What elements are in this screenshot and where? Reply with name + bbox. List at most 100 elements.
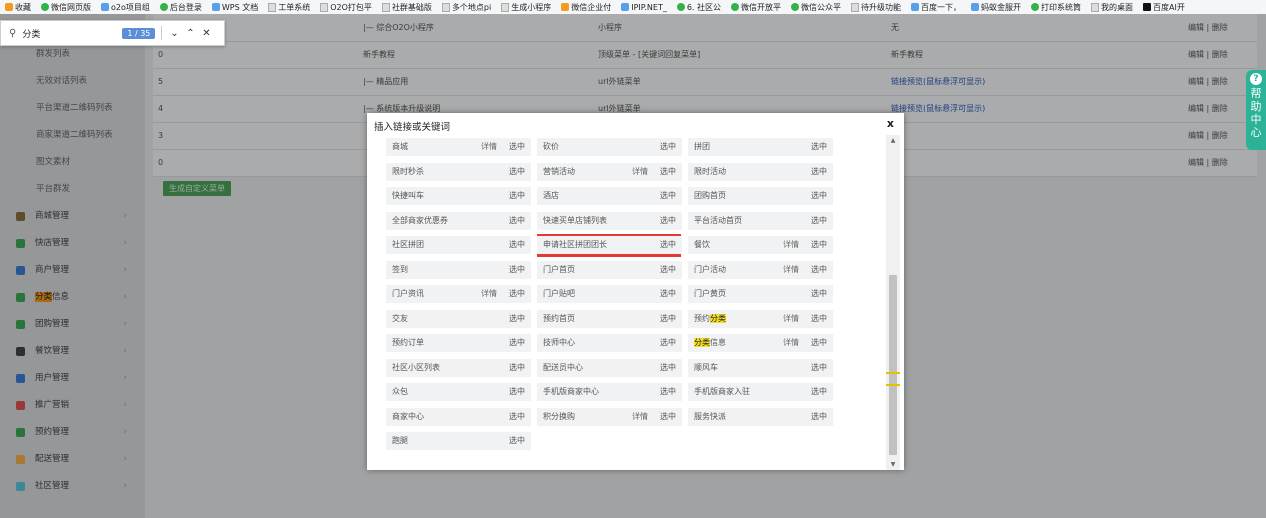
find-input[interactable] (22, 28, 123, 38)
bookmark-item[interactable]: WPS 文档 (207, 0, 263, 14)
help-text: 心 (1250, 126, 1262, 139)
select-link[interactable]: 选中 (660, 310, 676, 328)
select-link[interactable]: 选中 (660, 334, 676, 352)
chevron-up-icon[interactable]: ⌃ (183, 28, 197, 39)
bookmark-item[interactable]: 百度一下， (906, 0, 966, 14)
option-text: 预约首页 (543, 313, 575, 323)
select-link[interactable]: 选中 (660, 285, 676, 303)
select-link[interactable]: 选中 (660, 359, 676, 377)
detail-link[interactable]: 详情 (632, 408, 648, 426)
option-name: 全部商家优惠券 (392, 212, 448, 230)
bookmark-item[interactable]: 我的桌面 (1086, 0, 1138, 14)
wechat-icon (791, 3, 800, 11)
option-text: 快速买单店铺列表 (543, 215, 607, 225)
select-link[interactable]: 选中 (811, 138, 827, 156)
select-link[interactable]: 选中 (660, 383, 676, 401)
detail-link[interactable]: 详情 (783, 236, 799, 254)
match-marker (886, 384, 900, 386)
select-link[interactable]: 选中 (660, 236, 676, 254)
scroll-down-icon[interactable]: ▼ (886, 461, 900, 468)
option-text: 拼团 (694, 142, 710, 151)
select-link[interactable]: 选中 (811, 261, 827, 279)
detail-link[interactable]: 详情 (783, 334, 799, 352)
select-link[interactable]: 选中 (509, 408, 525, 426)
bookmark-item[interactable]: 后台登录 (155, 0, 207, 14)
select-link[interactable]: 选中 (509, 383, 525, 401)
select-link[interactable]: 选中 (509, 236, 525, 254)
bookmark-label: 微信公众平 (801, 2, 842, 12)
select-link[interactable]: 选中 (509, 138, 525, 156)
bookmark-item[interactable]: 社群基础版 (377, 0, 437, 14)
bookmark-item[interactable]: 6. 社区公 (672, 0, 726, 14)
bookmark-label: 打印系统筒 (1041, 2, 1082, 12)
select-link[interactable]: 选中 (660, 261, 676, 279)
scrollbar[interactable]: ▲ ▼ (886, 135, 900, 470)
option-text: 门户资讯 (392, 289, 424, 298)
bookmark-label: 微信开放平 (741, 2, 782, 12)
bookmark-item[interactable]: 生成小程序 (496, 0, 556, 14)
bookmark-item[interactable]: 蚂蚁金服开 (966, 0, 1026, 14)
select-link[interactable]: 选中 (811, 408, 827, 426)
select-link[interactable]: 选中 (811, 187, 827, 205)
num-icon (676, 3, 685, 11)
select-link[interactable]: 选中 (660, 138, 676, 156)
detail-link[interactable]: 详情 (632, 163, 648, 181)
close-icon[interactable]: x (887, 117, 894, 130)
select-link[interactable]: 选中 (509, 212, 525, 230)
select-link[interactable]: 选中 (509, 334, 525, 352)
select-link[interactable]: 选中 (509, 285, 525, 303)
option-name: 交友 (392, 310, 408, 328)
select-link[interactable]: 选中 (660, 163, 676, 181)
close-icon[interactable]: ✕ (199, 28, 213, 39)
bookmark-item[interactable]: O2O打包平 (315, 0, 377, 14)
select-link[interactable]: 选中 (811, 285, 827, 303)
scrollbar-thumb[interactable] (889, 275, 897, 455)
select-link[interactable]: 选中 (509, 310, 525, 328)
link-option: 社区小区列表 选中 (386, 358, 531, 377)
select-link[interactable]: 选中 (509, 163, 525, 181)
option-name: 营销活动 (543, 163, 575, 181)
bookmark-item[interactable]: 微信开放平 (726, 0, 786, 14)
select-link[interactable]: 选中 (811, 236, 827, 254)
help-text: 帮 (1250, 87, 1262, 100)
detail-link[interactable]: 详情 (783, 261, 799, 279)
option-name: 积分换购 (543, 408, 575, 426)
scroll-up-icon[interactable]: ▲ (886, 137, 900, 144)
select-link[interactable]: 选中 (509, 187, 525, 205)
bookmarks-bar: 收藏 微信网页版 o2o项目组 后台登录 WPS 文档 工单系统 O2O打包平 社群基础版 多个… (0, 0, 1266, 15)
bookmark-item[interactable]: 微信网页版 (36, 0, 96, 14)
detail-link[interactable]: 详情 (481, 285, 497, 303)
divider (161, 26, 163, 40)
bookmark-item[interactable]: o2o项目组 (96, 0, 155, 14)
select-link[interactable]: 选中 (811, 359, 827, 377)
detail-link[interactable]: 详情 (783, 310, 799, 328)
select-link[interactable]: 选中 (811, 334, 827, 352)
select-link[interactable]: 选中 (509, 359, 525, 377)
select-link[interactable]: 选中 (509, 261, 525, 279)
bookmark-item[interactable]: 打印系统筒 (1026, 0, 1086, 14)
help-center-tab[interactable]: ? 帮助中心 (1246, 70, 1266, 150)
bookmark-item[interactable]: 收藏 (0, 0, 36, 14)
select-link[interactable]: 选中 (509, 432, 525, 450)
option-name: 限时秒杀 (392, 163, 424, 181)
bookmark-item[interactable]: 微信企业付 (556, 0, 616, 14)
select-link[interactable]: 选中 (811, 383, 827, 401)
select-link[interactable]: 选中 (660, 408, 676, 426)
bookmark-item[interactable]: 百度AI开 (1138, 0, 1190, 14)
select-link[interactable]: 选中 (660, 187, 676, 205)
select-link[interactable]: 选中 (811, 310, 827, 328)
bookmark-item[interactable]: 微信公众平 (786, 0, 846, 14)
select-link[interactable]: 选中 (811, 163, 827, 181)
detail-link[interactable]: 详情 (481, 138, 497, 156)
bookmark-item[interactable]: 工单系统 (263, 0, 315, 14)
select-link[interactable]: 选中 (660, 212, 676, 230)
option-name: 拼团 (694, 138, 710, 156)
select-link[interactable]: 选中 (811, 212, 827, 230)
bookmark-item[interactable]: 多个地点pi (437, 0, 496, 14)
option-text: 积分换购 (543, 411, 575, 421)
bookmark-item[interactable]: IPIP.NET_ (616, 0, 672, 14)
wps-icon (211, 3, 220, 11)
chevron-down-icon[interactable]: ⌄ (167, 28, 181, 39)
bookmark-item[interactable]: 待升级功能 (846, 0, 906, 14)
link-option: 门户资讯 详情 选中 (386, 285, 531, 303)
